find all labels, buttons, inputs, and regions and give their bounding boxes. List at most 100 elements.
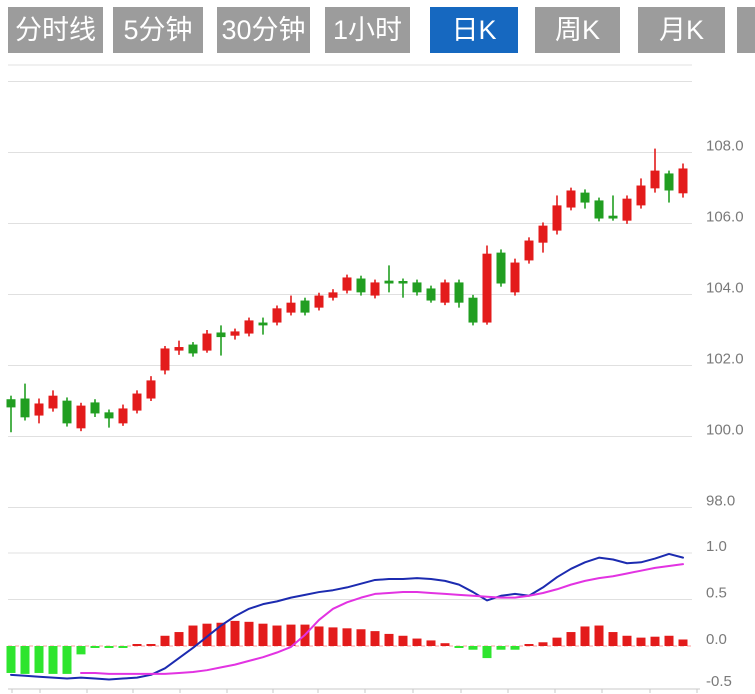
- candlestick: [119, 408, 128, 423]
- macd-bar: [413, 639, 422, 646]
- candlestick: [497, 253, 506, 284]
- tab-daily-k[interactable]: 日K: [430, 7, 518, 53]
- macd-bar: [161, 636, 170, 646]
- candlestick: [399, 281, 408, 284]
- macd-bar: [385, 634, 394, 646]
- macd-bar: [441, 643, 450, 646]
- macd-bar: [245, 622, 254, 646]
- macd-bar: [595, 626, 604, 646]
- candlestick: [651, 171, 660, 189]
- candlestick: [133, 394, 142, 411]
- candlestick: [301, 301, 310, 313]
- candlestick: [343, 277, 352, 290]
- tab-30min[interactable]: 30分钟: [217, 7, 310, 53]
- candlestick: [525, 241, 534, 261]
- macd-bar: [427, 640, 436, 646]
- candlestick: [231, 331, 240, 335]
- candlestick: [469, 298, 478, 323]
- candlestick: [623, 199, 632, 221]
- tab-weekly-k[interactable]: 周K: [535, 7, 620, 53]
- macd-bar: [539, 642, 548, 646]
- tab-monthly-k[interactable]: 月K: [638, 7, 725, 53]
- macd-bar: [469, 646, 478, 650]
- candlestick: [413, 282, 422, 292]
- macd-bar: [21, 646, 30, 674]
- macd-bar: [567, 632, 576, 646]
- candlestick: [553, 205, 562, 230]
- kline-chart: 108.0106.0104.0102.0100.098.01.00.50.0-0…: [0, 0, 755, 694]
- macd-bar: [371, 631, 380, 646]
- macd-bar: [455, 646, 464, 648]
- macd-bar: [273, 626, 282, 646]
- candlestick: [105, 412, 114, 418]
- candlestick: [567, 190, 576, 207]
- candlestick: [483, 254, 492, 323]
- candlestick: [595, 200, 604, 218]
- tab-minute-line[interactable]: 分时线: [8, 7, 103, 53]
- candlestick: [189, 345, 198, 354]
- chart-period-toolbar: 分时线5分钟 30分钟 1小时日K 周K 月K: [0, 0, 755, 60]
- macd-bar: [497, 646, 506, 650]
- macd-bar: [637, 638, 646, 646]
- candlestick: [49, 396, 58, 409]
- macd-bar: [35, 646, 44, 673]
- macd-bar: [623, 636, 632, 646]
- macd-bar: [91, 646, 100, 648]
- price-axis-label: 106.0: [706, 209, 744, 226]
- macd-bar: [63, 646, 72, 674]
- macd-bar: [609, 632, 618, 646]
- candlestick: [217, 332, 226, 337]
- macd-bar: [553, 638, 562, 646]
- price-axis-label: 108.0: [706, 138, 744, 155]
- candlestick: [385, 281, 394, 284]
- tab-5min[interactable]: 5分钟: [113, 7, 203, 53]
- tab-partial[interactable]: [737, 7, 755, 53]
- macd-bar: [7, 646, 16, 673]
- macd-axis-label: -0.5: [706, 673, 732, 690]
- candlestick: [427, 288, 436, 300]
- macd-dif-line: [11, 554, 683, 680]
- price-axis-label: 98.0: [706, 493, 735, 510]
- macd-bar: [651, 637, 660, 646]
- candlestick: [315, 296, 324, 308]
- macd-bar: [483, 646, 492, 658]
- candlestick: [581, 193, 590, 203]
- price-axis-label: 100.0: [706, 422, 744, 439]
- macd-bar: [357, 629, 366, 646]
- macd-dea-line: [81, 564, 683, 674]
- macd-bar: [511, 646, 520, 650]
- macd-bar: [147, 644, 156, 646]
- macd-bar: [77, 646, 86, 654]
- macd-bar: [189, 626, 198, 646]
- macd-bar: [133, 644, 142, 646]
- candlestick: [441, 282, 450, 302]
- macd-bar: [399, 636, 408, 646]
- candlestick: [203, 334, 212, 351]
- candlestick: [147, 380, 156, 398]
- macd-bar: [231, 621, 240, 646]
- candlestick: [287, 303, 296, 313]
- candlestick: [245, 320, 254, 333]
- candlestick: [63, 401, 72, 424]
- macd-bar: [329, 627, 338, 646]
- tab-1hour[interactable]: 1小时: [325, 7, 410, 53]
- candlestick: [329, 292, 338, 297]
- candlestick: [511, 263, 520, 293]
- macd-axis-label: 1.0: [706, 538, 727, 555]
- macd-bar: [679, 639, 688, 646]
- macd-bar: [259, 624, 268, 646]
- candlestick: [679, 168, 688, 193]
- candlestick: [91, 402, 100, 413]
- candlestick: [273, 308, 282, 322]
- macd-bar: [525, 644, 534, 646]
- macd-bar: [175, 632, 184, 646]
- candlestick: [161, 348, 170, 370]
- candlestick: [35, 403, 44, 415]
- macd-bar: [343, 628, 352, 646]
- macd-bar: [119, 646, 128, 648]
- macd-bar: [665, 636, 674, 646]
- candlestick: [357, 279, 366, 293]
- macd-axis-label: 0.0: [706, 631, 727, 648]
- candlestick: [371, 282, 380, 295]
- candlestick: [77, 406, 86, 429]
